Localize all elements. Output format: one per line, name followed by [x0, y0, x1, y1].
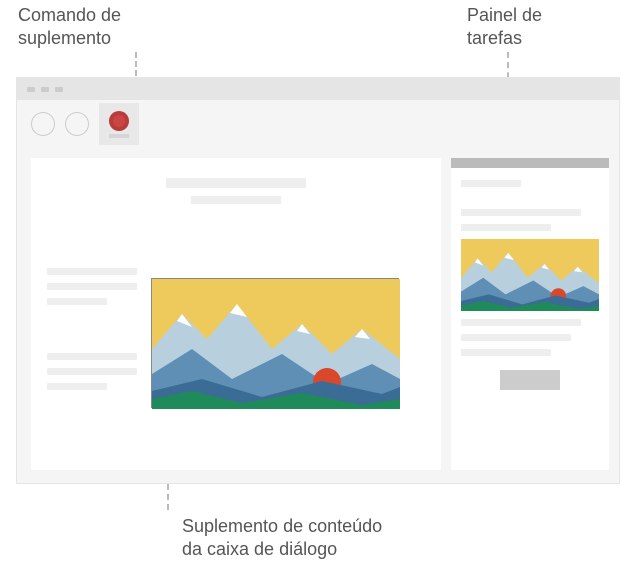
- body-text-placeholder: [47, 268, 137, 313]
- addin-command-button[interactable]: [99, 103, 139, 145]
- titlebar-dot: [55, 87, 63, 92]
- body-text-placeholder: [47, 353, 137, 398]
- toolbar-button-placeholder: [31, 112, 55, 136]
- window-titlebar: [17, 78, 619, 100]
- ribbon-toolbar: [17, 100, 619, 148]
- label-addin-command: Comando desuplemento: [18, 4, 121, 51]
- task-pane[interactable]: [451, 158, 609, 470]
- document-area: [31, 158, 441, 470]
- task-pane-header: [451, 158, 609, 168]
- addin-command-label-placeholder: [109, 134, 129, 138]
- text-placeholder: [461, 224, 551, 231]
- subtitle-placeholder: [191, 196, 281, 204]
- text-placeholder: [461, 209, 581, 216]
- label-task-pane: Painel detarefas: [467, 4, 542, 51]
- text-placeholder: [461, 349, 551, 356]
- content-addin[interactable]: [151, 278, 399, 408]
- label-content-dialog: Suplemento de conteúdoda caixa de diálog…: [182, 515, 382, 562]
- titlebar-dot: [41, 87, 49, 92]
- title-placeholder: [166, 178, 306, 188]
- task-pane-content: [451, 168, 609, 402]
- toolbar-button-placeholder: [65, 112, 89, 136]
- text-placeholder: [461, 180, 521, 187]
- task-pane-button-placeholder[interactable]: [500, 370, 560, 390]
- titlebar-dot: [27, 87, 35, 92]
- addin-command-icon: [109, 111, 129, 131]
- text-placeholder: [461, 319, 581, 326]
- task-pane-image: [461, 239, 599, 311]
- text-placeholder: [461, 334, 571, 341]
- mountain-scene-icon: [461, 239, 599, 311]
- mountain-scene-icon: [152, 279, 400, 409]
- app-window: [16, 77, 620, 484]
